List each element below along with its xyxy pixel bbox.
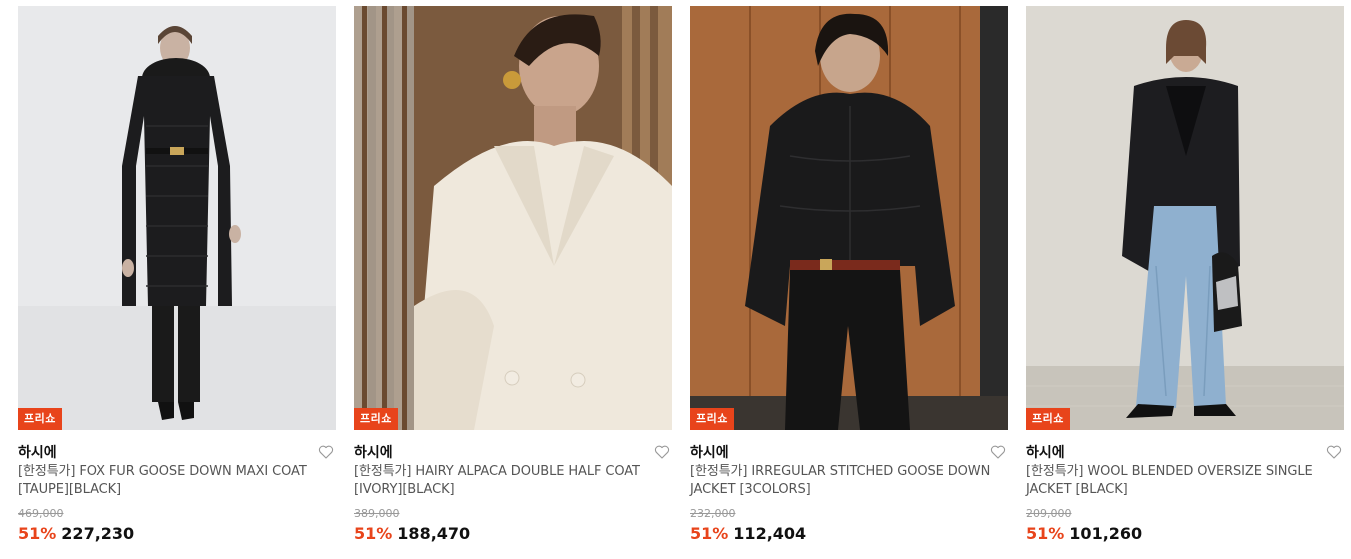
product-title[interactable]: [한정특가] WOOL BLENDED OVERSIZE SINGLE JACK…	[1026, 463, 1344, 499]
brand-name[interactable]: 하시에	[690, 442, 729, 462]
discount-rate: 51%	[690, 524, 729, 543]
preshow-badge: 프리쇼	[690, 408, 734, 430]
product-card[interactable]: 프리쇼 하시에 [한정특가] HAIRY ALPACA DOUBLE HALF …	[354, 6, 672, 544]
product-image[interactable]: 프리쇼	[18, 6, 336, 430]
discount-rate: 51%	[1026, 524, 1065, 543]
product-image[interactable]: 프리쇼	[354, 6, 672, 430]
preshow-badge: 프리쇼	[1026, 408, 1070, 430]
product-grid: 프리쇼 하시에 [한정특가] FOX FUR GOOSE DOWN MAXI C…	[18, 6, 1344, 544]
discount-rate: 51%	[18, 524, 57, 543]
product-title[interactable]: [한정특가] IRREGULAR STITCHED GOOSE DOWN JAC…	[690, 463, 1008, 499]
product-title[interactable]: [한정특가] HAIRY ALPACA DOUBLE HALF COAT [IV…	[354, 463, 672, 499]
sale-price: 227,230	[61, 524, 135, 543]
heart-icon[interactable]	[654, 444, 670, 460]
brand-name[interactable]: 하시에	[354, 442, 393, 462]
heart-icon[interactable]	[990, 444, 1006, 460]
heart-icon[interactable]	[318, 444, 334, 460]
original-price: 469,000	[18, 507, 64, 520]
heart-icon[interactable]	[1326, 444, 1342, 460]
sale-price: 188,470	[397, 524, 471, 543]
discount-rate: 51%	[354, 524, 393, 543]
brand-name[interactable]: 하시에	[1026, 442, 1065, 462]
sale-price: 101,260	[1069, 524, 1143, 543]
original-price: 389,000	[354, 507, 400, 520]
product-card[interactable]: 프리쇼 하시에 [한정특가] FOX FUR GOOSE DOWN MAXI C…	[18, 6, 336, 544]
product-title[interactable]: [한정특가] FOX FUR GOOSE DOWN MAXI COAT [TAU…	[18, 463, 336, 499]
product-card[interactable]: 프리쇼 하시에 [한정특가] WOOL BLENDED OVERSIZE SIN…	[1026, 6, 1344, 544]
original-price: 209,000	[1026, 507, 1072, 520]
preshow-badge: 프리쇼	[354, 408, 398, 430]
sale-price: 112,404	[733, 524, 807, 543]
product-image[interactable]: 프리쇼	[690, 6, 1008, 430]
preshow-badge: 프리쇼	[18, 408, 62, 430]
product-image[interactable]: 프리쇼	[1026, 6, 1344, 430]
brand-name[interactable]: 하시에	[18, 442, 57, 462]
original-price: 232,000	[690, 507, 736, 520]
product-card[interactable]: 프리쇼 하시에 [한정특가] IRREGULAR STITCHED GOOSE …	[690, 6, 1008, 544]
